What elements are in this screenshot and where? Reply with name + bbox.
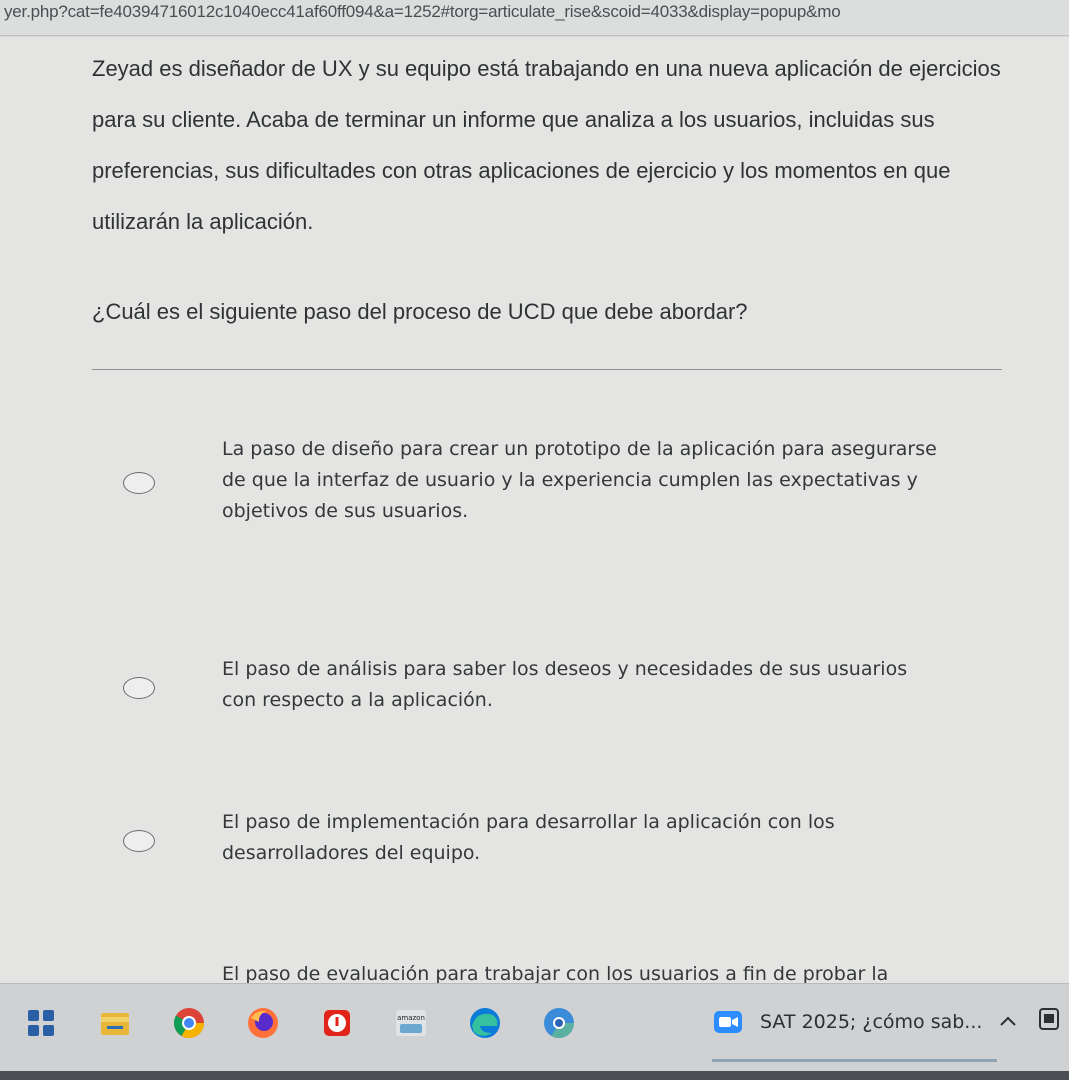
zoom-icon[interactable] [712,1009,744,1035]
file-explorer-icon[interactable] [98,1006,132,1040]
quiz-page: Zeyad es diseñador de UX y su equipo est… [0,37,1069,1016]
amazon-icon[interactable]: amazon [394,1006,428,1040]
radio-button[interactable] [123,830,155,852]
address-bar[interactable]: yer.php?cat=fe40394716012c1040ecc41af60f… [0,0,1069,36]
divider [92,369,1002,370]
radio-button[interactable] [123,472,155,494]
taskbar-edge [0,1071,1069,1080]
option-label[interactable]: El paso de análisis para saber los deseo… [222,654,942,716]
roblox-icon[interactable] [320,1006,354,1040]
url-text: yer.php?cat=fe40394716012c1040ecc41af60f… [4,2,841,21]
edge-icon[interactable] [468,1006,502,1040]
active-app-indicator [712,1059,997,1062]
question-text: Zeyad es diseñador de UX y su equipo est… [92,56,1001,234]
chrome-icon[interactable] [172,1006,206,1040]
firefox-icon[interactable] [246,1006,280,1040]
question-prompt: ¿Cuál es el siguiente paso del proceso d… [92,299,748,324]
option-label[interactable]: El paso de implementación para desarroll… [222,807,942,869]
taskbar: amazon SAT 2025; ¿cómo sab... [0,983,1069,1080]
chevron-up-icon[interactable] [996,1010,1020,1034]
option-label[interactable]: La paso de diseño para crear un prototip… [222,434,942,527]
svg-text:amazon: amazon [397,1014,425,1022]
chrome-beta-icon[interactable] [542,1006,576,1040]
active-app-label[interactable]: SAT 2025; ¿cómo sab... [760,1011,982,1033]
radio-button[interactable] [123,677,155,699]
widgets-icon[interactable] [24,1006,58,1040]
tray-app-icon[interactable] [1036,1006,1062,1036]
